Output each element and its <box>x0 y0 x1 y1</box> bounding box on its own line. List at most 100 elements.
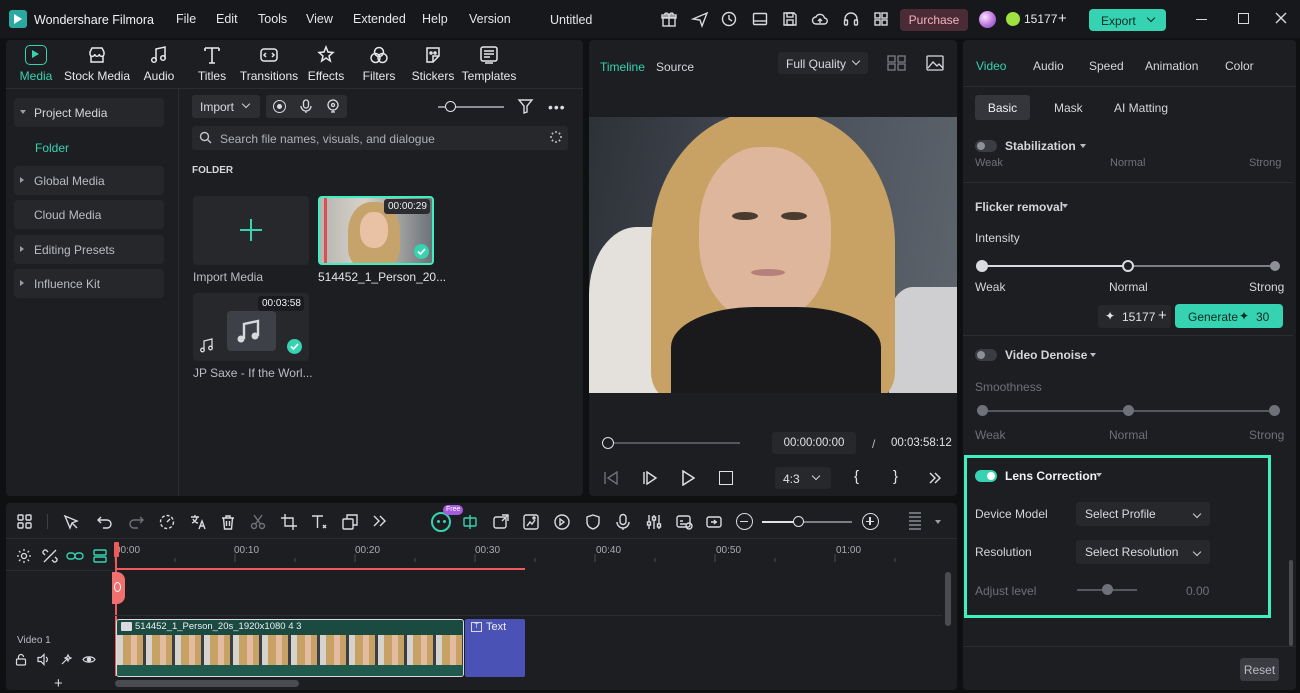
tab-source[interactable]: Source <box>656 60 694 74</box>
cut-icon[interactable] <box>249 513 267 531</box>
image-edit-icon[interactable] <box>522 513 540 531</box>
current-time[interactable]: 00:00:00:00 <box>772 432 856 454</box>
split-screen-icon[interactable] <box>461 513 479 531</box>
sidebar-item-folder[interactable]: Folder <box>35 141 69 155</box>
export-button[interactable]: Export <box>1089 9 1166 31</box>
snapshot-icon[interactable] <box>926 55 944 71</box>
add-credits-icon[interactable]: + <box>1058 11 1067 26</box>
select-tool-icon[interactable] <box>62 513 80 531</box>
import-dropdown[interactable]: Import <box>192 95 260 118</box>
settings-icon[interactable] <box>16 548 32 564</box>
subtitle-icon[interactable] <box>675 513 693 531</box>
more-tools-icon[interactable] <box>372 513 390 531</box>
timeline-hscroll-thumb[interactable] <box>115 680 299 687</box>
menu-file[interactable]: File <box>176 12 196 26</box>
sidebar-item-editing-presets[interactable]: Editing Presets <box>14 235 164 264</box>
microphone-icon[interactable] <box>299 99 313 114</box>
video-denoise-toggle[interactable] <box>975 349 997 361</box>
send-icon[interactable] <box>691 10 709 28</box>
minimize-icon[interactable] <box>1196 19 1207 20</box>
crop-icon[interactable] <box>280 513 298 531</box>
search-input[interactable]: Search file names, visuals, and dialogue <box>192 126 568 150</box>
caret-down-icon[interactable] <box>1062 204 1068 208</box>
magnet-snap-icon[interactable] <box>92 548 108 564</box>
save-icon[interactable] <box>781 10 799 28</box>
sidebar-item-global-media[interactable]: Global Media <box>14 166 164 195</box>
speed-ramp-icon[interactable] <box>158 513 176 531</box>
playhead-thumb[interactable] <box>602 437 614 449</box>
sidebar-item-cloud-media[interactable]: Cloud Media <box>14 200 164 229</box>
mark-in-icon[interactable]: { <box>854 468 859 485</box>
zoom-slider-thumb[interactable] <box>445 101 456 112</box>
video-preview[interactable] <box>589 117 957 393</box>
undo-icon[interactable] <box>96 513 114 531</box>
subtab-mask[interactable]: Mask <box>1054 101 1083 115</box>
scrollbar-thumb[interactable] <box>1289 560 1293 646</box>
generate-button[interactable]: Generate ✦ 30 <box>1175 304 1283 328</box>
ai-tracking-icon[interactable] <box>60 653 73 666</box>
previous-frame-icon[interactable] <box>603 471 619 485</box>
unlink-icon[interactable] <box>42 548 58 564</box>
stop-icon[interactable] <box>719 471 733 485</box>
tab-animation[interactable]: Animation <box>1145 59 1198 73</box>
subtab-basic[interactable]: Basic <box>975 95 1030 120</box>
lens-correction-toggle[interactable] <box>975 470 997 482</box>
text-tool-icon[interactable] <box>310 513 328 531</box>
playhead-marker[interactable] <box>112 572 125 604</box>
more-options-icon[interactable]: ••• <box>548 100 566 114</box>
redo-icon[interactable] <box>127 513 145 531</box>
tab-timeline[interactable]: Timeline <box>600 60 645 74</box>
voice-icon[interactable] <box>326 99 340 114</box>
add-track-icon[interactable]: + <box>54 675 63 692</box>
headset-icon[interactable] <box>842 10 860 28</box>
track-height-icon[interactable] <box>907 511 923 533</box>
grid-view-icon[interactable] <box>887 55 906 71</box>
menu-tools[interactable]: Tools <box>258 12 287 26</box>
intensity-stop-weak[interactable] <box>976 260 988 272</box>
shield-icon[interactable] <box>584 513 602 531</box>
caret-down-icon[interactable] <box>1090 353 1096 357</box>
avatar[interactable] <box>979 11 996 28</box>
import-media-tile[interactable] <box>193 196 309 265</box>
mask-shape-icon[interactable] <box>341 513 359 531</box>
menu-view[interactable]: View <box>306 12 333 26</box>
eye-icon[interactable] <box>82 654 96 665</box>
ai-assistant-icon[interactable] <box>431 512 451 532</box>
lock-icon[interactable] <box>15 653 27 666</box>
caret-down-icon[interactable] <box>935 520 941 524</box>
menu-help[interactable]: Help <box>422 12 448 26</box>
timeline-vscroll-thumb[interactable] <box>945 572 951 626</box>
device-model-select[interactable]: Select Profile <box>1076 502 1210 526</box>
timeline-zoom-thumb[interactable] <box>793 516 804 527</box>
add-credits-icon[interactable]: + <box>1158 307 1167 324</box>
mark-out-icon[interactable]: } <box>893 468 898 485</box>
menu-edit[interactable]: Edit <box>216 12 238 26</box>
voiceover-mic-icon[interactable] <box>614 513 632 531</box>
text-clip[interactable]: T Text <box>465 619 525 677</box>
quality-dropdown[interactable]: Full Quality <box>778 52 868 74</box>
purchase-button[interactable]: Purchase <box>900 9 968 31</box>
zoom-in-icon[interactable] <box>862 513 879 530</box>
playhead-handle[interactable] <box>114 542 119 557</box>
layout-grid-icon[interactable] <box>16 513 34 531</box>
stabilization-toggle[interactable] <box>975 140 997 152</box>
tab-audio[interactable]: Audio <box>1033 59 1064 73</box>
sidebar-item-influence-kit[interactable]: Influence Kit <box>14 269 164 298</box>
video-clip[interactable]: 514452_1_Person_20s_1920x1080 4 3 <box>116 619 464 677</box>
tab-speed[interactable]: Speed <box>1089 59 1124 73</box>
gift-icon[interactable] <box>660 10 678 28</box>
tab-video[interactable]: Video <box>976 59 1006 73</box>
media-clip-thumbnail[interactable]: 00:00:29 <box>318 196 434 265</box>
more-controls-icon[interactable] <box>928 471 942 485</box>
zoom-out-icon[interactable] <box>736 513 753 530</box>
close-icon[interactable] <box>1274 11 1288 25</box>
intensity-slider-thumb[interactable] <box>1122 260 1134 272</box>
menu-version[interactable]: Version <box>469 12 511 26</box>
maximize-icon[interactable] <box>1238 13 1249 24</box>
record-icon[interactable] <box>273 100 286 113</box>
motion-tracking-icon[interactable] <box>553 513 571 531</box>
resolution-select[interactable]: Select Resolution <box>1076 540 1210 564</box>
caret-down-icon[interactable] <box>1080 144 1086 148</box>
intensity-stop-strong[interactable] <box>1270 261 1280 271</box>
caret-down-icon[interactable] <box>1096 473 1102 477</box>
